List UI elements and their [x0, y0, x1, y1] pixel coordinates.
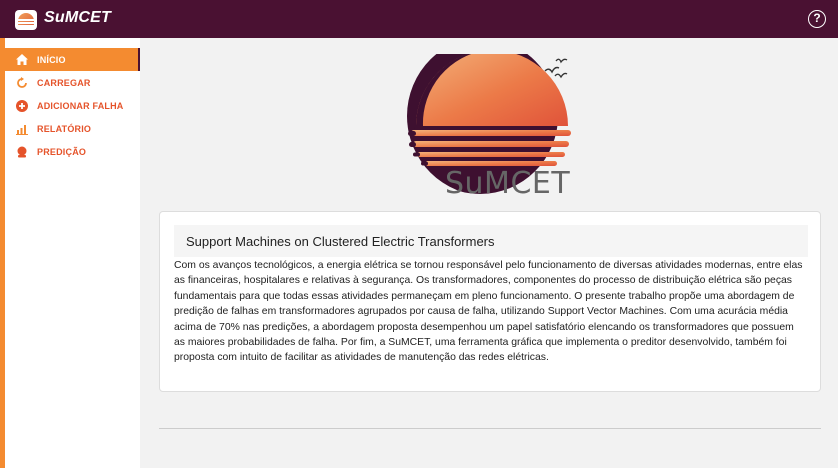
- sidebar-item-predicao[interactable]: PREDIÇÃO: [5, 140, 140, 163]
- refresh-icon: [15, 76, 29, 90]
- sidebar-item-label: RELATÓRIO: [37, 123, 92, 134]
- card-title: Support Machines on Clustered Electric T…: [186, 234, 495, 249]
- sidebar: INÍCIO CARREGAR ADICIONAR FALHA RELATÓRI…: [0, 38, 140, 468]
- sidebar-item-label: PREDIÇÃO: [37, 146, 87, 157]
- sidebar-item-inicio[interactable]: INÍCIO: [5, 48, 140, 71]
- sidebar-item-carregar[interactable]: CARREGAR: [5, 71, 140, 94]
- sidebar-item-adicionar-falha[interactable]: ADICIONAR FALHA: [5, 94, 140, 117]
- plus-circle-icon: [15, 99, 29, 113]
- hero-logo-text: SuMCET: [445, 166, 571, 201]
- divider: [159, 428, 821, 429]
- info-card: Support Machines on Clustered Electric T…: [159, 211, 821, 392]
- home-icon: [15, 53, 29, 67]
- card-header: Support Machines on Clustered Electric T…: [174, 225, 808, 257]
- sidebar-item-label: CARREGAR: [37, 77, 91, 88]
- sidebar-item-label: ADICIONAR FALHA: [37, 100, 124, 111]
- sidebar-item-relatorio[interactable]: RELATÓRIO: [5, 117, 140, 140]
- question-circle-icon: ?: [813, 11, 821, 25]
- app-title[interactable]: SuMCET: [44, 9, 111, 27]
- bar-chart-icon: [15, 122, 29, 136]
- help-button[interactable]: ?: [808, 10, 826, 28]
- sidebar-item-label: INÍCIO: [37, 54, 66, 65]
- sumcet-logo-icon[interactable]: [15, 10, 37, 30]
- top-navbar: SuMCET ?: [0, 0, 838, 38]
- crystal-ball-icon: [15, 145, 29, 159]
- card-body-text: Com os avanços tecnológicos, a energia e…: [174, 260, 803, 364]
